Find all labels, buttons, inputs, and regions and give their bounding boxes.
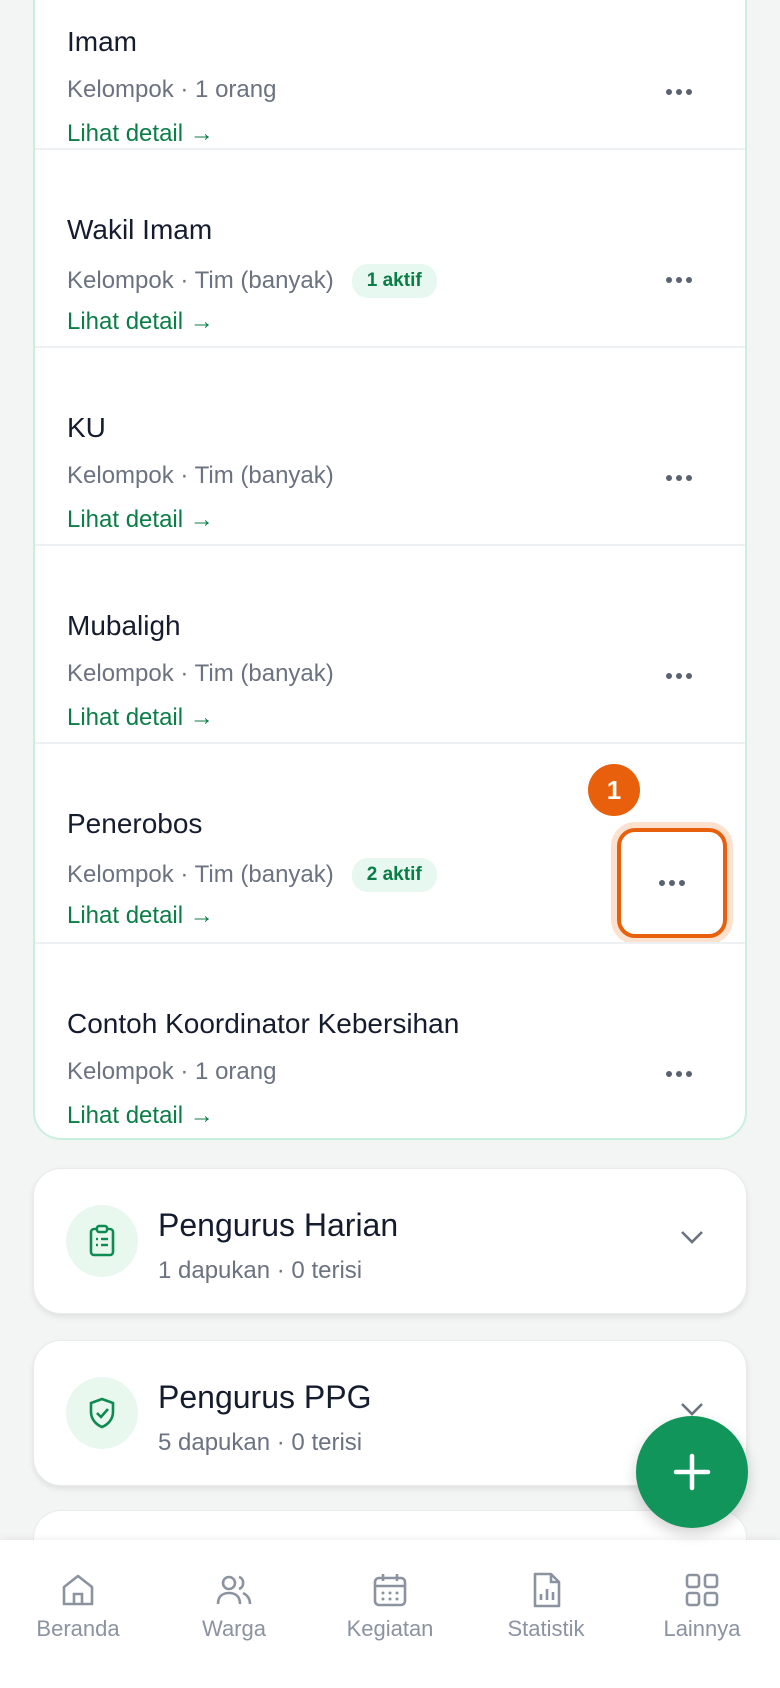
nav-label: Lainnya xyxy=(663,1616,741,1641)
role-meta-text: Kelompok · 1 orang xyxy=(67,76,277,103)
role-name: Penerobos xyxy=(67,808,203,839)
role-meta: Kelompok · Tim (banyak) xyxy=(67,462,334,490)
role-meta: Kelompok · 1 orang xyxy=(67,1058,276,1086)
role-meta: Kelompok · Tim (banyak) 1 aktif xyxy=(67,264,437,298)
role-row-ku: KU Kelompok · Tim (banyak) Lihat detail … xyxy=(35,346,745,544)
nav-label: Beranda xyxy=(36,1616,120,1641)
role-list-card: Imam Kelompok · 1 orang Lihat detail → W… xyxy=(33,0,747,1140)
nav-kegiatan[interactable]: Kegiatan xyxy=(330,1570,450,1642)
nav-warga[interactable]: Warga xyxy=(174,1570,294,1642)
role-meta-text: Kelompok · Tim (banyak) xyxy=(67,462,334,489)
role-name: Wakil Imam xyxy=(67,214,213,245)
role-name: Mubaligh xyxy=(67,610,181,641)
role-name: Contoh Koordinator Kebersihan xyxy=(67,1008,460,1039)
bottom-nav: Beranda Warga Kegiatan Statistik Lainnya xyxy=(0,1540,780,1688)
nav-statistik[interactable]: Statistik xyxy=(486,1570,606,1642)
section-subtitle: 1 dapukan · 0 terisi xyxy=(158,1257,363,1284)
role-row-wakil-imam: Wakil Imam Kelompok · Tim (banyak) 1 akti… xyxy=(35,148,745,346)
plus-icon xyxy=(673,1453,711,1491)
more-options-button[interactable] xyxy=(641,650,717,702)
section-pengurus-harian[interactable]: Pengurus Harian 1 dapukan · 0 terisi xyxy=(33,1168,747,1314)
section-title: Pengurus PPG xyxy=(158,1379,372,1415)
users-icon xyxy=(216,1575,252,1605)
section-title: Pengurus Harian xyxy=(158,1207,399,1243)
role-row-mubaligh: Mubaligh Kelompok · Tim (banyak) Lihat d… xyxy=(35,544,745,742)
nav-label: Kegiatan xyxy=(346,1616,434,1641)
detail-link[interactable]: Lihat detail → xyxy=(67,506,214,534)
calendar-icon xyxy=(373,1574,407,1607)
home-icon xyxy=(62,1574,94,1606)
role-meta: Kelompok · 1 orang xyxy=(67,76,276,104)
more-options-button[interactable] xyxy=(641,66,717,118)
more-options-button[interactable] xyxy=(641,452,717,504)
role-row-koordinator: Contoh Koordinator Kebersihan Kelompok ·… xyxy=(35,942,745,1138)
clipboard-icon xyxy=(66,1205,138,1277)
nav-beranda[interactable]: Beranda xyxy=(18,1570,138,1642)
nav-label: Warga xyxy=(202,1616,266,1641)
role-meta-text: Kelompok · Tim (banyak) xyxy=(67,660,334,687)
more-options-button[interactable] xyxy=(641,1048,717,1100)
nav-label: Statistik xyxy=(507,1616,585,1641)
active-badge: 1 aktif xyxy=(351,264,437,298)
chevron-down-icon[interactable] xyxy=(678,1227,706,1252)
detail-link[interactable]: Lihat detail → xyxy=(67,902,214,930)
more-options-button[interactable] xyxy=(641,254,717,306)
role-meta: Kelompok · Tim (banyak) 2 aktif xyxy=(67,858,437,892)
role-meta-text: Kelompok · Tim (banyak) xyxy=(67,267,334,294)
detail-link[interactable]: Lihat detail → xyxy=(67,120,214,148)
detail-link[interactable]: Lihat detail → xyxy=(67,1102,214,1130)
shield-check-icon xyxy=(66,1377,138,1449)
role-meta: Kelompok · Tim (banyak) xyxy=(67,660,334,688)
detail-link[interactable]: Lihat detail → xyxy=(67,704,214,732)
active-badge: 2 aktif xyxy=(351,858,437,892)
more-options-button-highlighted[interactable] xyxy=(617,828,727,938)
nav-lainnya[interactable]: Lainnya xyxy=(642,1570,762,1642)
report-icon xyxy=(533,1572,561,1608)
role-row-penerobos: Penerobos Kelompok · Tim (banyak) 2 aktif… xyxy=(35,742,745,940)
role-name: KU xyxy=(67,412,106,443)
add-button[interactable] xyxy=(636,1416,748,1528)
role-name: Imam xyxy=(67,26,137,57)
grid-icon xyxy=(685,1573,719,1607)
section-subtitle: 5 dapukan · 0 terisi xyxy=(158,1429,363,1456)
role-meta-text: Kelompok · 1 orang xyxy=(67,1058,277,1085)
role-row-imam: Imam Kelompok · 1 orang Lihat detail → xyxy=(35,0,745,160)
detail-link[interactable]: Lihat detail → xyxy=(67,308,214,336)
role-meta-text: Kelompok · Tim (banyak) xyxy=(67,861,334,888)
step-marker: 1 xyxy=(588,764,640,816)
